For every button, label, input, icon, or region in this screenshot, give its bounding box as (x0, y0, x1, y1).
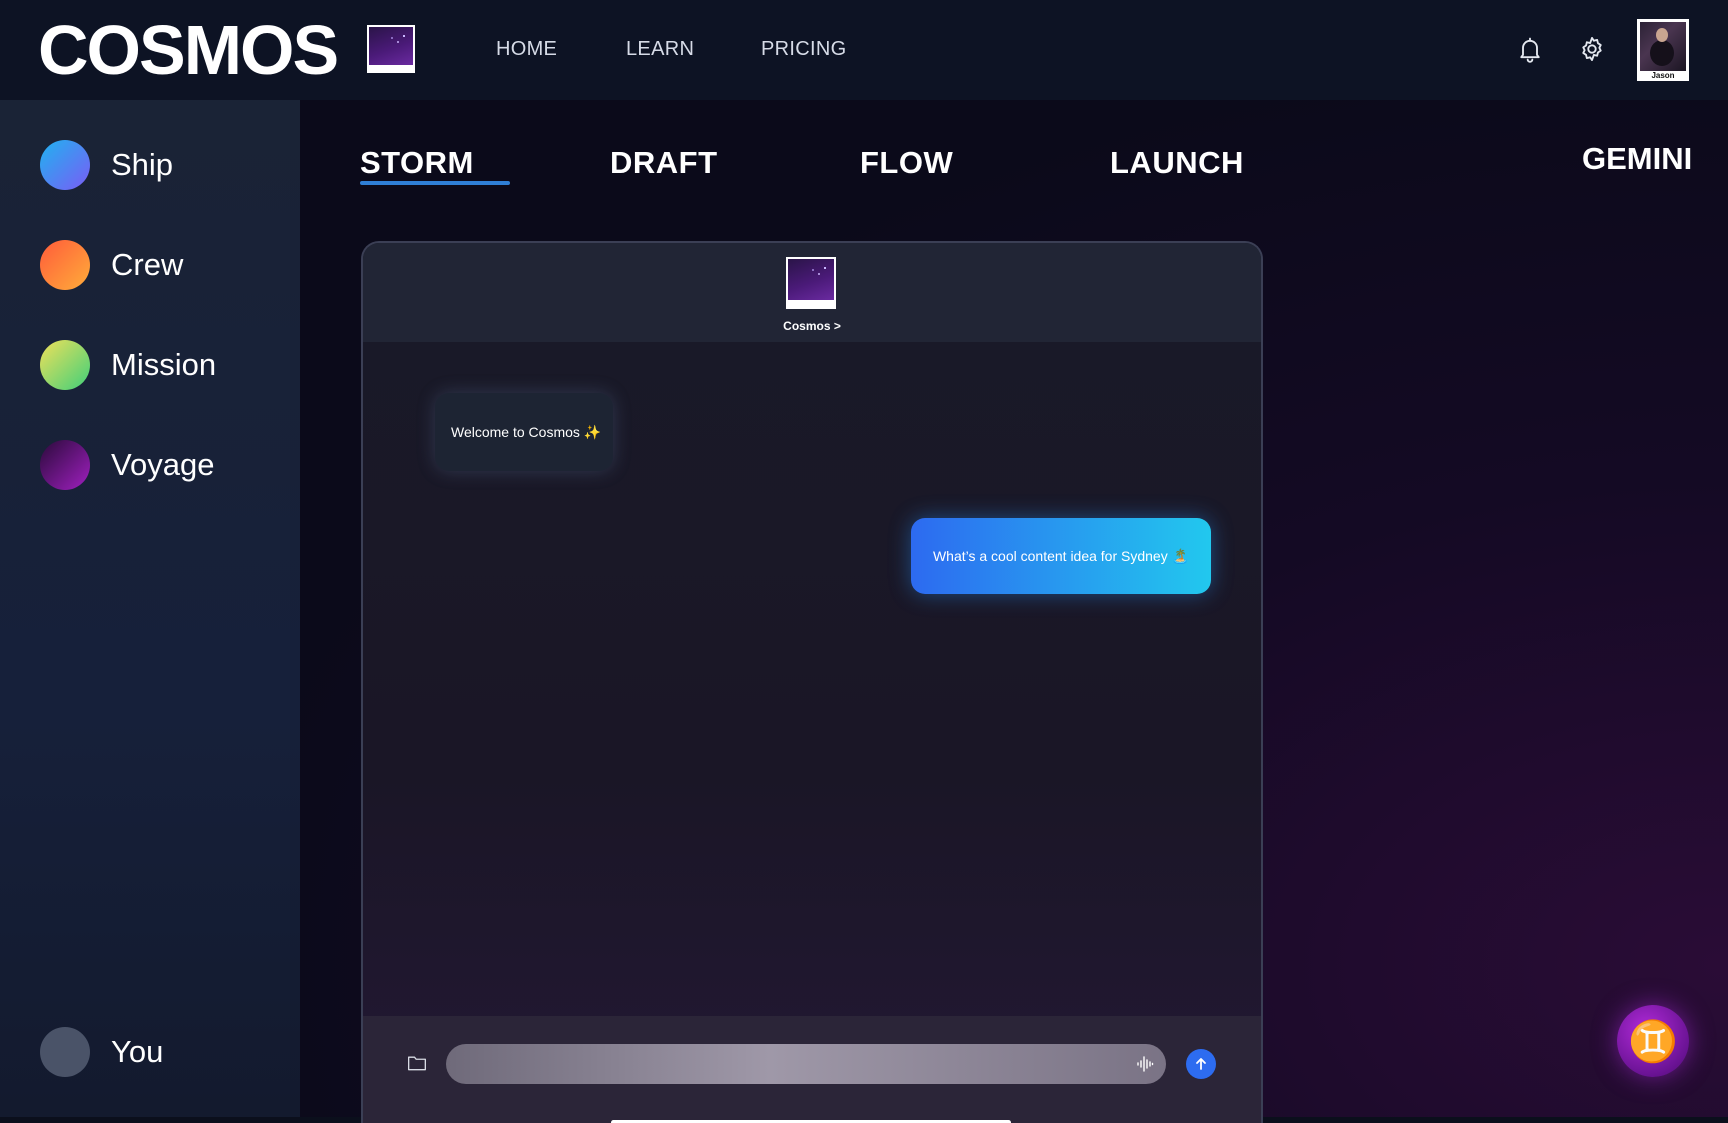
nav-pricing-link[interactable]: PRICING (761, 38, 846, 61)
contact-thumbnail[interactable] (786, 257, 836, 309)
message-outgoing: What’s a cool content idea for Sydney 🏝️ (911, 518, 1211, 594)
gemini-label[interactable]: GEMINI (1582, 141, 1692, 177)
chat-header: Cosmos > (363, 243, 1261, 342)
tab-draft[interactable]: DRAFT (610, 145, 718, 181)
voice-waveform-icon[interactable] (1136, 1055, 1154, 1073)
avatar-name: Jason (1651, 71, 1675, 80)
logo-thumbnail[interactable] (367, 25, 415, 73)
nav-learn-link[interactable]: LEARN (626, 38, 694, 61)
message-text: Welcome to Cosmos ✨ (451, 423, 602, 440)
mission-dot-icon (40, 340, 90, 390)
nav-home-link[interactable]: HOME (496, 38, 557, 61)
sidebar-item-label: Mission (111, 347, 217, 382)
chat-composer (363, 1016, 1261, 1123)
gemini-zodiac-icon: ♊ (1628, 1019, 1678, 1064)
top-bar: COSMOS HOME LEARN PRICING Jason (0, 0, 1728, 100)
starfield-image (788, 259, 834, 300)
message-input-wrapper (446, 1044, 1166, 1084)
sidebar: Ship Crew Mission Voyage You (0, 100, 300, 1117)
avatar-photo (1640, 22, 1686, 71)
sidebar-item-label: Ship (111, 147, 174, 182)
voyage-dot-icon (40, 440, 90, 490)
ship-dot-icon (40, 140, 90, 190)
tab-storm[interactable]: STORM (360, 145, 474, 181)
sidebar-item-ship[interactable]: Ship (40, 140, 173, 190)
crew-dot-icon (40, 240, 90, 290)
send-button[interactable] (1186, 1049, 1216, 1079)
arrow-up-icon (1196, 1058, 1206, 1070)
message-text: What’s a cool content idea for Sydney 🏝️ (932, 547, 1190, 564)
sidebar-item-crew[interactable]: Crew (40, 240, 183, 290)
message-incoming: Welcome to Cosmos ✨ (435, 393, 613, 471)
tab-flow[interactable]: FLOW (860, 145, 953, 181)
user-avatar[interactable]: Jason (1637, 19, 1689, 81)
bell-icon[interactable] (1516, 35, 1544, 63)
sidebar-item-label: You (111, 1034, 164, 1069)
chat-window: Cosmos > Welcome to Cosmos ✨ What’s a co… (361, 241, 1263, 1123)
app-logo[interactable]: COSMOS (38, 14, 339, 86)
contact-name[interactable]: Cosmos > (363, 319, 1261, 333)
tab-launch[interactable]: LAUNCH (1110, 145, 1244, 181)
starfield-image (369, 27, 413, 65)
gear-icon[interactable] (1578, 35, 1606, 63)
gemini-fab-button[interactable]: ♊ (1617, 1005, 1689, 1077)
message-input[interactable] (446, 1044, 1166, 1084)
active-tab-indicator (360, 181, 510, 185)
sidebar-item-you[interactable]: You (40, 1027, 163, 1077)
sidebar-item-label: Crew (111, 247, 184, 282)
you-dot-icon (40, 1027, 90, 1077)
folder-icon[interactable] (407, 1054, 427, 1072)
sidebar-item-label: Voyage (111, 447, 215, 482)
sidebar-item-mission[interactable]: Mission (40, 340, 216, 390)
sidebar-item-voyage[interactable]: Voyage (40, 440, 214, 490)
